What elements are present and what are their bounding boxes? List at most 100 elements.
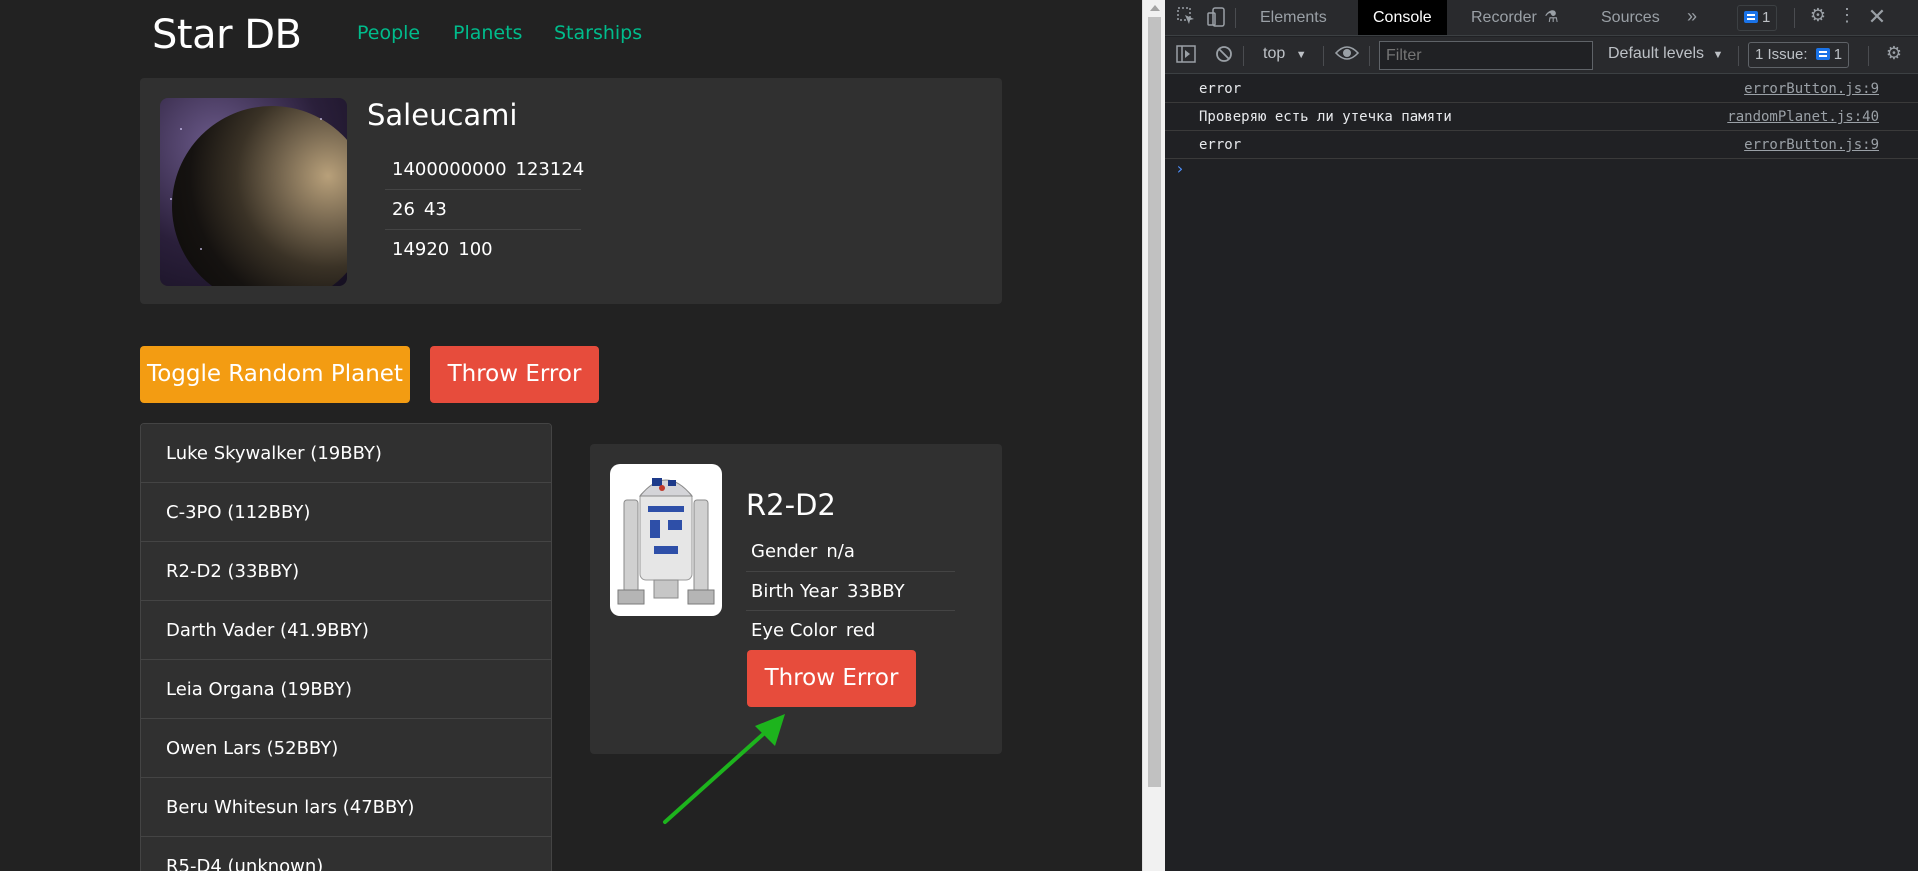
brand-title[interactable]: Star DB [152,12,302,58]
log-source-link[interactable]: randomPlanet.js:40 [1727,103,1879,131]
throw-error-button[interactable]: Throw Error [430,346,599,403]
star-dot [200,248,202,250]
inspect-element-icon[interactable] [1175,6,1197,31]
toolbar-divider [1868,46,1869,66]
more-tabs-chevron-icon[interactable]: » [1682,6,1702,27]
list-item[interactable]: Leia Organa (19BBY) [141,660,551,719]
toolbar-divider [1738,46,1739,66]
tab-recorder[interactable]: Recorder ⚗ [1456,0,1574,35]
log-source-link[interactable]: errorButton.js:9 [1744,75,1879,103]
log-source-link[interactable]: errorButton.js:9 [1744,131,1879,159]
log-message: error [1199,137,1242,153]
planet-detail-row: 1400000000 123124 [385,150,584,189]
person-throw-error-button[interactable]: Throw Error [747,650,916,707]
page-scrollbar[interactable] [1142,0,1165,871]
nav-link-people[interactable]: People [357,22,420,44]
planet-image [160,98,347,286]
console-log-row: error errorButton.js:9 [1165,75,1918,103]
person-detail-value: red [845,620,876,641]
dropdown-arrow-icon: ▼ [1295,49,1307,61]
star-dot [170,198,172,200]
star-dot [180,128,182,130]
toolbar-divider [1243,46,1244,66]
list-item[interactable]: C-3PO (112BBY) [141,483,551,542]
context-selector[interactable]: top ▼ [1263,45,1307,63]
planet-detail-row: 14920 100 [385,229,581,268]
person-name: R2-D2 [746,488,836,522]
toggle-random-planet-button[interactable]: Toggle Random Planet [140,346,410,403]
devtools-panel: Elements Console Recorder ⚗ Sources » 1 … [1165,0,1918,871]
person-detail-row: Birth Year 33BBY [746,571,955,610]
messages-badge[interactable]: 1 [1737,5,1778,31]
tab-console[interactable]: Console [1358,0,1447,35]
toolbar-divider [1235,8,1236,28]
close-icon[interactable]: ✕ [1865,4,1889,30]
message-icon [1744,11,1758,23]
planet-sphere [172,106,347,286]
list-item[interactable]: Luke Skywalker (19BBY) [141,424,551,483]
planet-detail-row: 26 43 [385,189,581,228]
nav-link-planets[interactable]: Planets [453,22,522,44]
list-item[interactable]: Darth Vader (41.9BBY) [141,601,551,660]
nav-link-starships[interactable]: Starships [554,22,642,44]
r2d2-illustration [617,478,715,605]
planet-detail-value: 14920 [392,239,450,260]
live-expression-eye-icon[interactable] [1333,44,1361,67]
list-item[interactable]: R2-D2 (33BBY) [141,542,551,601]
console-output: error errorButton.js:9 Проверяю есть ли … [1165,75,1918,178]
person-image [610,464,722,616]
person-detail-label: Birth Year [751,581,839,602]
log-message: error [1199,81,1242,97]
person-detail-row: Gender n/a [746,532,955,571]
people-list: Luke Skywalker (19BBY) C-3PO (112BBY) R2… [140,423,552,871]
console-settings-gear-icon[interactable]: ⚙ [1882,43,1906,64]
devtools-tabbar: Elements Console Recorder ⚗ Sources » 1 … [1165,0,1918,36]
log-message: Проверяю есть ли утечка памяти [1199,109,1452,125]
list-item[interactable]: R5-D4 (unknown) [141,837,551,871]
flask-icon: ⚗ [1544,9,1559,26]
person-detail-label: Gender [751,541,818,562]
toolbar-divider [1794,8,1795,28]
log-levels-dropdown[interactable]: Default levels ▼ [1608,45,1723,63]
tab-elements[interactable]: Elements [1245,0,1342,35]
device-toolbar-icon[interactable] [1205,6,1227,33]
issues-label: 1 Issue: [1755,46,1808,63]
planet-detail-value: 1400000000 [392,159,507,180]
planet-detail-value: 123124 [515,159,585,180]
sidebar-toggle-icon[interactable] [1175,45,1197,68]
star-dot [320,118,322,120]
person-detail-value: 33BBY [847,581,905,602]
toolbar-divider [1323,46,1324,66]
clear-console-icon[interactable] [1213,44,1235,69]
console-toolbar: top ▼ Default levels ▼ 1 Issue: 1 ⚙ [1165,37,1918,74]
tab-recorder-label: Recorder [1471,9,1537,26]
scroll-up-arrow-icon[interactable] [1150,5,1160,11]
log-levels-label: Default levels [1608,45,1705,62]
planet-detail-value: 100 [458,239,493,260]
planet-detail-value: 43 [423,199,447,220]
tab-sources[interactable]: Sources [1586,0,1675,35]
annotation-arrow-icon [663,714,785,824]
person-detail-label: Eye Color [751,620,837,641]
dropdown-arrow-icon: ▼ [1712,49,1724,61]
console-filter-input[interactable] [1379,41,1593,70]
scrollbar-thumb[interactable] [1148,17,1161,787]
person-detail-row: Eye Color red [746,610,955,649]
context-label: top [1263,45,1286,62]
more-options-icon[interactable]: ⋮ [1837,5,1857,26]
console-log-row: Проверяю есть ли утечка памяти randomPla… [1165,103,1918,131]
planet-detail-value: 26 [392,199,415,220]
console-log-row: error errorButton.js:9 [1165,131,1918,159]
app-viewport: Star DB People Planets Starships Saleuca… [0,0,1142,871]
issues-count: 1 [1833,46,1843,63]
console-prompt-chevron-icon[interactable]: › [1175,159,1185,178]
list-item[interactable]: Beru Whitesun lars (47BBY) [141,778,551,837]
issues-button[interactable]: 1 Issue: 1 [1748,42,1850,68]
toolbar-divider [1369,46,1370,66]
issue-icon [1815,48,1830,60]
messages-count: 1 [1762,9,1771,26]
planet-name: Saleucami [367,98,518,132]
list-item[interactable]: Owen Lars (52BBY) [141,719,551,778]
settings-gear-icon[interactable]: ⚙ [1806,5,1830,26]
person-detail-value: n/a [826,541,855,562]
